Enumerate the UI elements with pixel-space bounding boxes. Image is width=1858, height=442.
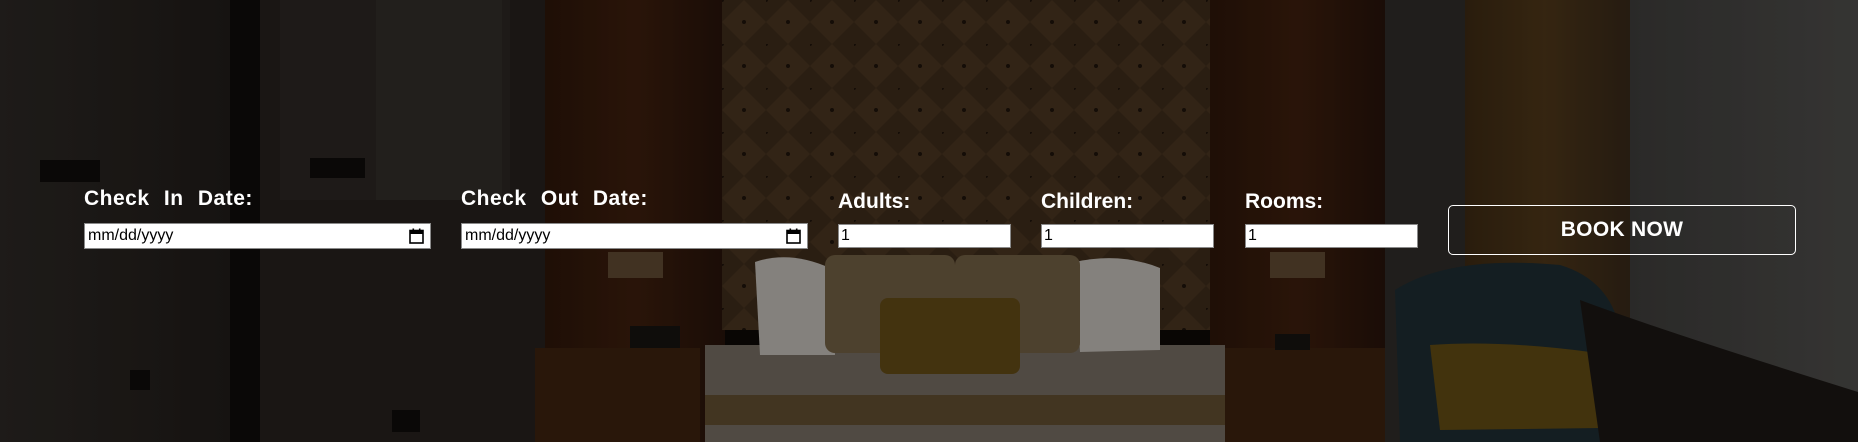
check-in-field: Check In Date: [84,187,253,211]
children-label: Children: [1041,190,1134,213]
adults-field: Adults: [838,190,910,214]
rooms-label: Rooms: [1245,190,1324,213]
rooms-field: Rooms: [1245,190,1323,214]
book-now-button[interactable]: BOOK NOW [1448,205,1796,255]
children-input[interactable] [1041,224,1214,248]
check-out-placeholder: mm/dd/yyyy [465,227,551,244]
check-in-date-input[interactable]: mm/dd/yyyy [84,223,431,249]
calendar-icon[interactable] [786,228,801,244]
check-in-placeholder: mm/dd/yyyy [88,227,174,244]
check-out-date-input[interactable]: mm/dd/yyyy [461,223,808,249]
children-field: Children: [1041,190,1133,214]
check-in-label: Check In Date: [84,187,253,210]
check-out-field: Check Out Date: [461,187,648,211]
calendar-icon[interactable] [409,228,424,244]
adults-input[interactable] [838,224,1011,248]
rooms-input[interactable] [1245,224,1418,248]
check-out-label: Check Out Date: [461,187,648,210]
adults-label: Adults: [838,190,911,213]
booking-form: Check In Date: mm/dd/yyyy Check Out Date… [0,0,1858,442]
